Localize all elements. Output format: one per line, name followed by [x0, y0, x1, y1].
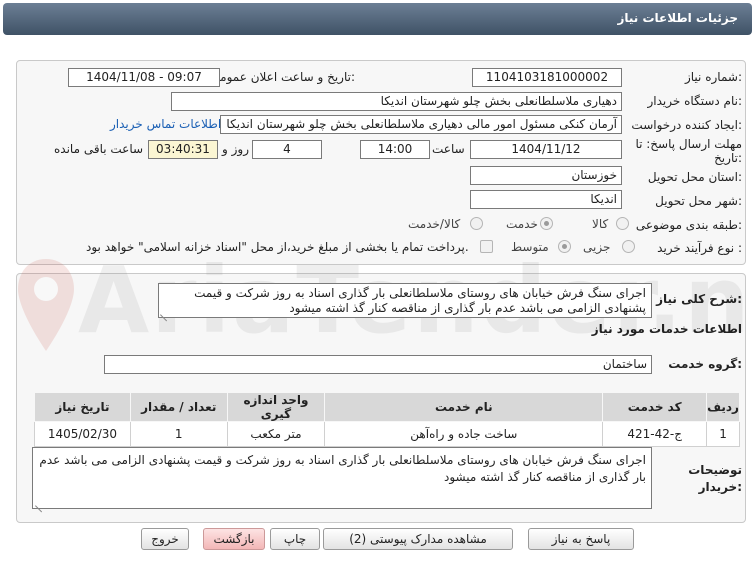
- need-number-label: شماره نیاز:: [684, 70, 742, 84]
- print-button[interactable]: چاپ: [270, 528, 320, 550]
- category-option-service: خدمت: [506, 217, 538, 231]
- col-service-name: نام خدمت: [324, 392, 604, 422]
- cell-quantity: 1: [129, 421, 228, 447]
- cell-row: 1: [706, 421, 740, 447]
- buyer-contact-link[interactable]: اطلاعات تماس خریدار: [110, 117, 221, 131]
- days-field[interactable]: 4: [252, 140, 322, 159]
- category-radio-service[interactable]: [540, 217, 553, 230]
- services-section-title: اطلاعات خدمات مورد نیاز: [591, 322, 742, 336]
- category-radio-goods[interactable]: [616, 217, 629, 230]
- category-radio-goods-service[interactable]: [470, 217, 483, 230]
- deadline-time-field[interactable]: 14:00: [360, 140, 430, 159]
- process-label: نوع فرآیند خرید :: [657, 241, 742, 255]
- summary-label: شرح کلی نیاز:: [656, 292, 742, 306]
- announce-datetime-label: تاریخ و ساعت اعلان عمومی:: [210, 70, 355, 84]
- deadline-date-field[interactable]: 1404/11/12: [470, 140, 622, 159]
- view-attachments-button[interactable]: مشاهده مدارک پیوستی (2): [323, 528, 513, 550]
- title-bar: جزئیات اطلاعات نیاز: [3, 3, 752, 35]
- col-quantity: تعداد / مقدار: [129, 392, 228, 422]
- table-row[interactable]: 1405/02/30 1 متر مکعب ساخت جاده و راه‌آه…: [34, 421, 740, 447]
- treasury-checkbox[interactable]: [480, 240, 493, 253]
- category-option-goods-service: کالا/خدمت: [408, 217, 461, 231]
- deadline-label: مهلت ارسال پاسخ: تا تاریخ:: [635, 137, 742, 165]
- category-label: طبقه بندی موضوعی:: [635, 218, 742, 232]
- province-field[interactable]: خوزستان: [470, 166, 622, 185]
- deadline-time-label: ساعت: [432, 142, 465, 156]
- need-number-field[interactable]: 1104103181000002: [472, 68, 622, 87]
- back-button[interactable]: بازگشت: [203, 528, 265, 550]
- remaining-time-field: 03:40:31: [148, 140, 218, 159]
- announce-datetime-field[interactable]: 1404/11/08 - 09:07: [68, 68, 220, 87]
- process-option-medium: متوسط: [511, 240, 549, 254]
- service-group-label: گروه خدمت:: [668, 357, 742, 371]
- service-group-field[interactable]: ساختمان: [104, 355, 652, 374]
- cell-unit: متر مکعب: [226, 421, 326, 447]
- process-option-minor: جزیی: [583, 240, 611, 254]
- cell-service-code: ج-42-421: [602, 421, 708, 447]
- services-table-header: تاریخ نیاز تعداد / مقدار واحد اندازه گیر…: [34, 392, 740, 422]
- cell-need-date: 1405/02/30: [34, 421, 131, 447]
- buyer-org-label: نام دستگاه خریدار:: [647, 94, 743, 108]
- reply-button[interactable]: پاسخ به نیاز: [528, 528, 634, 550]
- summary-resize-handle[interactable]: [160, 306, 170, 316]
- col-row: ردیف: [706, 392, 740, 422]
- page-title: جزئیات اطلاعات نیاز: [617, 11, 738, 25]
- process-radio-minor[interactable]: [622, 240, 635, 253]
- process-radio-medium[interactable]: [558, 240, 571, 253]
- col-service-code: کد خدمت: [602, 392, 708, 422]
- category-option-goods: کالا: [592, 217, 609, 231]
- remaining-time-label: ساعت باقی مانده: [54, 142, 144, 156]
- requester-field[interactable]: آرمان کنکی مسئول امور مالی دهیاری ملاسلط…: [220, 115, 622, 134]
- col-unit: واحد اندازه گیری: [226, 392, 326, 422]
- exit-button[interactable]: خروج: [141, 528, 189, 550]
- cell-service-name: ساخت جاده و راه‌آهن: [324, 421, 604, 447]
- treasury-note: پرداخت تمام یا بخشی از مبلغ خرید،از محل …: [86, 240, 469, 254]
- buyer-notes-label: توضیحات خریدار:: [688, 463, 742, 494]
- buyer-notes-resize-handle[interactable]: [35, 497, 45, 507]
- province-label: استان محل تحویل:: [647, 170, 742, 184]
- buyer-org-field[interactable]: دهیاری ملاسلطانعلی بخش چلو شهرستان اندیک…: [171, 92, 622, 111]
- buyer-notes-textarea[interactable]: اجرای سنگ فرش خیابان های روستای ملاسلطان…: [32, 447, 652, 509]
- summary-textarea[interactable]: اجرای سنگ فرش خیابان های روستای ملاسلطان…: [158, 283, 652, 318]
- city-field[interactable]: اندیکا: [470, 190, 622, 209]
- services-table: تاریخ نیاز تعداد / مقدار واحد اندازه گیر…: [34, 392, 740, 447]
- days-label: روز و: [222, 142, 249, 156]
- col-need-date: تاریخ نیاز: [34, 392, 131, 422]
- city-label: شهر محل تحویل:: [655, 194, 742, 208]
- requester-label: ایجاد کننده درخواست:: [631, 118, 742, 132]
